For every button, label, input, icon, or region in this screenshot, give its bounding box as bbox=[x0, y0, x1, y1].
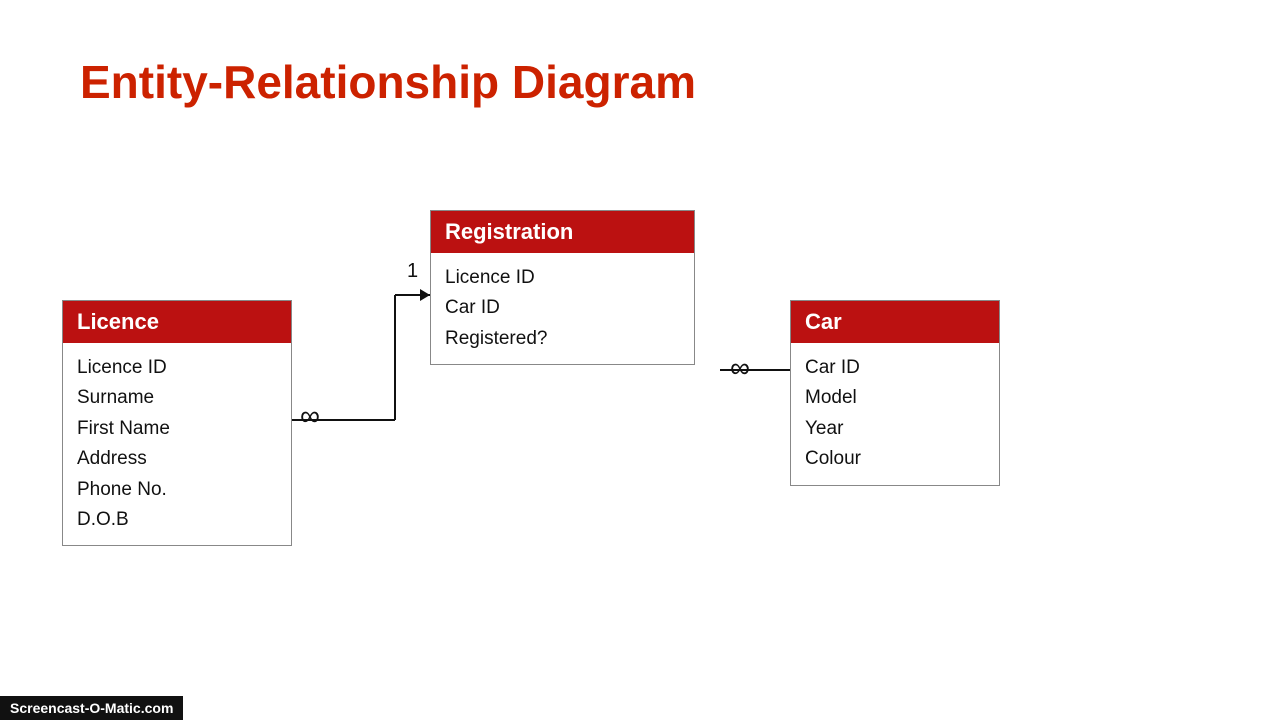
registration-entity-body: Licence ID Car ID Registered? bbox=[431, 253, 694, 364]
licence-entity: Licence Licence ID Surname First Name Ad… bbox=[62, 300, 292, 546]
licence-field-4: Phone No. bbox=[77, 475, 277, 505]
car-field-0: Car ID bbox=[805, 353, 985, 383]
licence-field-2: First Name bbox=[77, 414, 277, 444]
car-entity-body: Car ID Model Year Colour bbox=[791, 343, 999, 485]
licence-field-3: Address bbox=[77, 444, 277, 474]
watermark: Screencast-O-Matic.com bbox=[0, 696, 183, 720]
licence-field-0: Licence ID bbox=[77, 353, 277, 383]
registration-cardinality-symbol: 1 bbox=[407, 260, 418, 283]
registration-field-2: Registered? bbox=[445, 324, 680, 354]
car-entity-header: Car bbox=[791, 301, 999, 343]
car-cardinality-symbol: ∞ bbox=[730, 352, 750, 384]
car-field-2: Year bbox=[805, 414, 985, 444]
licence-field-1: Surname bbox=[77, 383, 277, 413]
page-title: Entity-Relationship Diagram bbox=[80, 55, 696, 109]
registration-entity-header: Registration bbox=[431, 211, 694, 253]
licence-field-5: D.O.B bbox=[77, 505, 277, 535]
licence-entity-body: Licence ID Surname First Name Address Ph… bbox=[63, 343, 291, 545]
car-field-3: Colour bbox=[805, 444, 985, 474]
registration-field-0: Licence ID bbox=[445, 263, 680, 293]
car-field-1: Model bbox=[805, 383, 985, 413]
registration-entity: Registration Licence ID Car ID Registere… bbox=[430, 210, 695, 365]
licence-cardinality-symbol: ∞ bbox=[300, 400, 320, 432]
car-entity: Car Car ID Model Year Colour bbox=[790, 300, 1000, 486]
licence-entity-header: Licence bbox=[63, 301, 291, 343]
registration-field-1: Car ID bbox=[445, 293, 680, 323]
